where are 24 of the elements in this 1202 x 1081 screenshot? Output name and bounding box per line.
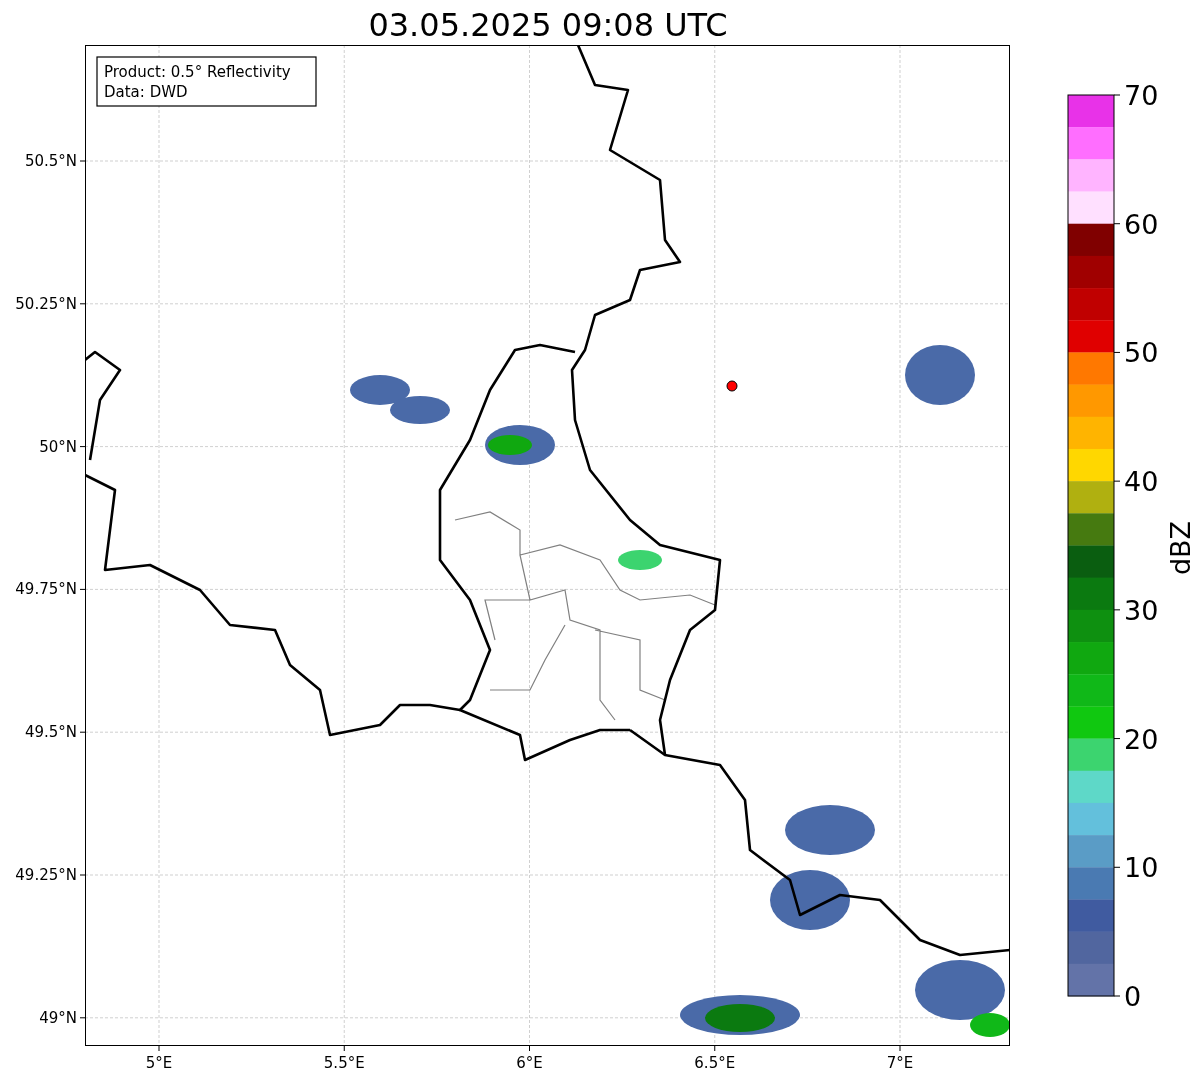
info-text: Product: 0.5° Reflectivity <box>104 63 291 81</box>
axis-tick-label: 49.5°N <box>24 723 77 742</box>
axis-tick-label: 50.25°N <box>15 294 77 313</box>
axis-tick-label: 50.5°N <box>24 152 77 170</box>
axis-tick-label: 49.75°N <box>15 580 77 599</box>
axis-tick-label: 49.25°N <box>15 866 77 884</box>
axis-tick-label: 6.5°E <box>694 1054 736 1072</box>
axis-tick-label: 49°N <box>39 1008 77 1027</box>
axis-tick-label: 7°E <box>886 1054 914 1072</box>
scale-tick-label: 60 <box>1124 208 1159 240</box>
scale-tick-label: 10 <box>1124 852 1159 884</box>
scale-tick-label: 50 <box>1124 337 1159 369</box>
axis-tick-label: 5.5°E <box>323 1054 365 1072</box>
scale-tick-label: 0 <box>1124 981 1142 1012</box>
scale-label: dBZ <box>1165 520 1196 576</box>
scale-tick-label: 70 <box>1124 80 1159 111</box>
axis-tick-label: 50°N <box>39 437 77 456</box>
scale-tick-label: 20 <box>1124 723 1159 755</box>
chart-title: 03.05.2025 09:08 UTC <box>368 6 728 44</box>
scale-tick-label: 30 <box>1124 594 1159 626</box>
scale-tick-label: 40 <box>1124 466 1159 498</box>
info-text: Data: DWD <box>104 83 188 101</box>
axis-tick-label: 6°E <box>516 1054 543 1072</box>
axis-tick-label: 5°E <box>145 1054 173 1072</box>
